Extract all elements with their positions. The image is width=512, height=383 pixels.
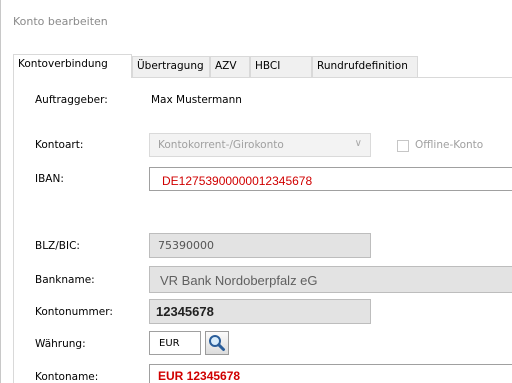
- tab-kontoverbindung[interactable]: Kontoverbindung: [13, 54, 132, 78]
- kontoart-select[interactable]: Kontokorrent-/Girokonto ∨: [149, 133, 371, 157]
- tab-label: HBCI: [255, 60, 281, 72]
- iban-input[interactable]: DE12753900000012345678: [149, 167, 512, 191]
- waehrung-search-button[interactable]: [205, 331, 229, 355]
- tab-hbci[interactable]: HBCI: [250, 56, 312, 77]
- offline-konto-label: Offline-Konto: [415, 139, 484, 151]
- kontoart-value: Kontokorrent-/Girokonto: [158, 139, 284, 151]
- kontoverbindung-panel: [13, 78, 512, 383]
- auftraggeber-label: Auftraggeber:: [35, 94, 108, 106]
- kontoart-label: Kontoart:: [35, 139, 84, 151]
- waehrung-value: EUR: [159, 338, 180, 349]
- bankname-field[interactable]: VR Bank Nordoberpfalz eG: [149, 266, 512, 293]
- waehrung-input[interactable]: EUR: [149, 331, 201, 355]
- tab-label: Rundrufdefinition: [317, 60, 408, 72]
- magnifier-icon: [209, 335, 225, 351]
- auftraggeber-value: Max Mustermann: [151, 94, 242, 106]
- waehrung-label: Währung:: [35, 338, 86, 350]
- iban-value: DE12753900000012345678: [162, 174, 313, 188]
- tab-label: Kontoverbindung: [18, 58, 108, 70]
- kontoname-value: EUR 12345678: [158, 369, 241, 383]
- kontonummer-value: 12345678: [156, 304, 214, 319]
- kontonummer-field[interactable]: 12345678: [149, 299, 371, 324]
- chevron-down-icon: ∨: [354, 138, 362, 149]
- bankname-label: Bankname:: [35, 274, 95, 286]
- tab-label: Übertragung: [137, 60, 204, 72]
- kontonummer-label: Kontonummer:: [35, 306, 113, 318]
- offline-konto-checkbox[interactable]: [397, 140, 409, 152]
- kontoname-input[interactable]: EUR 12345678: [149, 364, 512, 383]
- tab-rundrufdefinition[interactable]: Rundrufdefinition: [312, 56, 418, 77]
- window-title: Konto bearbeiten: [13, 15, 108, 28]
- blz-bic-label: BLZ/BIC:: [35, 240, 80, 252]
- blz-bic-field[interactable]: 75390000: [149, 233, 371, 258]
- blz-bic-value: 75390000: [158, 239, 214, 252]
- konto-bearbeiten-window: Konto bearbeiten Kontoverbindung Übertra…: [0, 0, 512, 383]
- tab-label: AZV: [215, 60, 237, 72]
- tab-strip: Kontoverbindung Übertragung AZV HBCI Run…: [13, 54, 512, 78]
- iban-label: IBAN:: [35, 173, 64, 185]
- kontoname-label: Kontoname:: [35, 371, 99, 383]
- tab-azv[interactable]: AZV: [210, 56, 250, 77]
- title-bar: Konto bearbeiten: [1, 0, 512, 44]
- bankname-value: VR Bank Nordoberpfalz eG: [160, 273, 318, 288]
- tab-uebertragung[interactable]: Übertragung: [132, 56, 210, 77]
